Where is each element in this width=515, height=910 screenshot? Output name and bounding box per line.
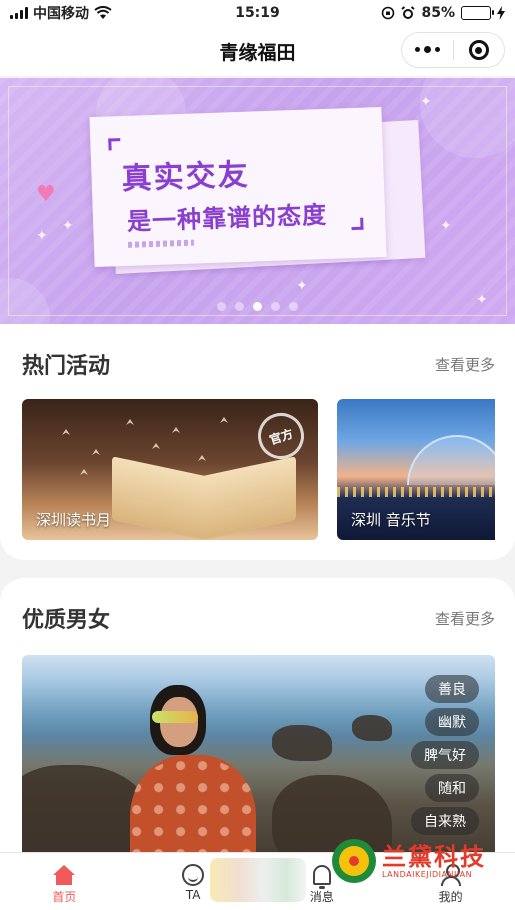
card-corner — [108, 138, 121, 151]
carousel-pager — [0, 302, 515, 311]
bird-decoration — [172, 427, 180, 433]
watermark: 兰黛科技 LANDAIKEJIDIANJIAN — [332, 838, 512, 884]
bird-decoration — [220, 417, 228, 423]
hot-activities-section: 热门活动 查看更多 官方 深圳读书月 深圳 音乐节 — [0, 324, 515, 560]
more-dots-icon — [414, 46, 440, 53]
rock — [352, 715, 392, 741]
bell-icon — [312, 865, 331, 889]
tab-label: 首页 — [52, 890, 77, 904]
wifi-icon — [94, 6, 112, 19]
battery-icon — [461, 6, 494, 20]
book-left-page — [112, 456, 204, 540]
home-icon — [53, 865, 76, 885]
trait-tag: 善良 — [425, 675, 479, 703]
sunglasses — [152, 711, 198, 723]
trait-tag: 幽默 — [425, 708, 479, 736]
activity-card-reading-month[interactable]: 官方 深圳读书月 — [22, 399, 318, 540]
pager-dot[interactable] — [253, 302, 262, 311]
tab-label: 消息 — [309, 890, 334, 904]
bird-decoration — [80, 469, 88, 475]
status-bar: 中国移动 15:19 85% — [0, 0, 515, 26]
heart-icon: ♥ — [36, 182, 56, 207]
bird-decoration — [62, 429, 70, 435]
view-more-link[interactable]: 查看更多 — [435, 608, 495, 629]
star-icon: ✦ — [62, 218, 74, 234]
watermark-logo-icon — [332, 839, 376, 883]
star-icon: ✦ — [296, 278, 308, 294]
tab-label: TA — [185, 888, 201, 902]
status-time: 15:19 — [235, 5, 280, 21]
trait-tag: 脾气好 — [411, 741, 479, 769]
tab-label: 我的 — [438, 890, 463, 904]
stage-structure — [407, 435, 495, 485]
tab-home[interactable]: 首页 — [0, 853, 129, 910]
pager-dot[interactable] — [271, 302, 280, 311]
nav-bar: 青缘福田 — [0, 26, 515, 76]
alarm-icon — [401, 6, 416, 19]
banner-subline: 是一种靠谱的态度 — [126, 200, 328, 236]
battery-percent: 85% — [421, 5, 455, 21]
section-header: 优质男女 查看更多 — [22, 602, 495, 634]
pager-dot[interactable] — [235, 302, 244, 311]
card-corner — [351, 217, 364, 231]
smile-icon — [182, 864, 205, 886]
target-close-icon — [468, 40, 489, 60]
banner-headline: 真实交友 — [121, 157, 251, 198]
pager-dot[interactable] — [289, 302, 298, 311]
page-title: 青缘福田 — [219, 41, 296, 64]
carrier-name: 中国移动 — [33, 6, 89, 22]
section-header: 热门活动 查看更多 — [22, 348, 495, 380]
pager-dot[interactable] — [217, 302, 226, 311]
trait-tag: 随和 — [425, 774, 479, 802]
activity-title: 深圳 音乐节 — [351, 511, 431, 529]
bird-decoration — [152, 443, 160, 449]
banner-carousel[interactable]: ♥ ✦ ✦ ✦ ✦ ✦ ✦ 真实交友 是一种靠谱的态度 — [0, 78, 515, 324]
blurred-overlay — [210, 858, 306, 902]
banner-card: 真实交友 是一种靠谱的态度 — [89, 106, 387, 268]
official-stamp: 官方 — [252, 407, 310, 465]
section-title: 热门活动 — [22, 354, 111, 379]
signal-icon — [10, 7, 28, 19]
card-wave — [127, 239, 195, 248]
mini-program-capsule — [401, 32, 505, 68]
orientation-lock-icon — [382, 6, 395, 20]
rock — [272, 725, 332, 761]
status-left: 中国移动 — [10, 3, 180, 23]
profile-photo-card[interactable]: 善良幽默脾气好随和自来熟 — [22, 655, 495, 868]
watermark-en: LANDAIKEJIDIANJIAN — [382, 869, 473, 879]
close-program-button[interactable] — [454, 33, 505, 67]
star-icon: ✦ — [440, 218, 452, 234]
more-button[interactable] — [402, 33, 453, 67]
status-right: 85% — [335, 5, 505, 21]
bird-decoration — [126, 419, 134, 425]
book-right-page — [204, 456, 296, 540]
view-more-link[interactable]: 查看更多 — [435, 354, 495, 375]
star-icon: ✦ — [36, 228, 48, 244]
crowd-lights — [337, 487, 495, 497]
section-title: 优质男女 — [22, 608, 111, 633]
bird-decoration — [198, 455, 206, 461]
watermark-cn: 兰黛科技 — [382, 842, 486, 871]
activity-title: 深圳读书月 — [36, 511, 112, 529]
watermark-text: 兰黛科技 LANDAIKEJIDIANJIAN — [382, 844, 486, 879]
trait-tags: 善良幽默脾气好随和自来熟 — [411, 675, 479, 835]
star-icon: ✦ — [420, 94, 432, 110]
charging-icon — [497, 6, 505, 20]
activity-card-music-festival[interactable]: 深圳 音乐节 — [337, 399, 495, 540]
trait-tag: 自来熟 — [411, 807, 479, 835]
quality-people-section: 优质男女 查看更多 善良幽默脾气好随和自来熟 — [0, 578, 515, 868]
bird-decoration — [92, 449, 100, 455]
